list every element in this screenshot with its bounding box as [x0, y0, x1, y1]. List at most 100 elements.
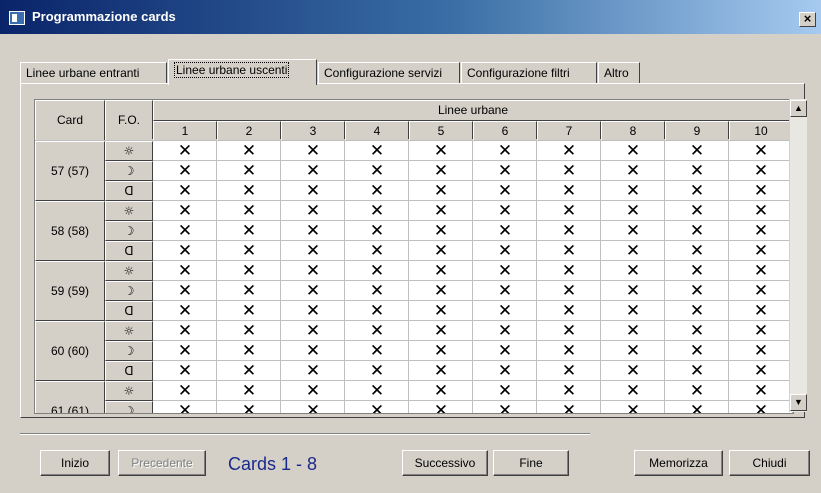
tab-altro[interactable]: Altro: [598, 62, 640, 83]
line-enabled-cell[interactable]: ✕: [537, 281, 601, 301]
line-enabled-cell[interactable]: ✕: [409, 401, 473, 413]
line-enabled-cell[interactable]: ✕: [217, 361, 281, 381]
line-enabled-cell[interactable]: ✕: [153, 361, 217, 381]
line-enabled-cell[interactable]: ✕: [281, 201, 345, 221]
line-enabled-cell[interactable]: ✕: [473, 241, 537, 261]
line-enabled-cell[interactable]: ✕: [537, 261, 601, 281]
line-enabled-cell[interactable]: ✕: [153, 281, 217, 301]
line-enabled-cell[interactable]: ✕: [601, 401, 665, 413]
line-enabled-cell[interactable]: ✕: [153, 261, 217, 281]
line-enabled-cell[interactable]: ✕: [601, 381, 665, 401]
precedente-button[interactable]: Precedente: [118, 450, 206, 476]
line-enabled-cell[interactable]: ✕: [601, 281, 665, 301]
line-enabled-cell[interactable]: ✕: [409, 141, 473, 161]
line-enabled-cell[interactable]: ✕: [345, 281, 409, 301]
line-enabled-cell[interactable]: ✕: [409, 321, 473, 341]
line-enabled-cell[interactable]: ✕: [537, 161, 601, 181]
line-enabled-cell[interactable]: ✕: [217, 241, 281, 261]
tab-linee-urbane-uscenti[interactable]: Linee urbane uscenti: [168, 59, 317, 85]
line-enabled-cell[interactable]: ✕: [345, 161, 409, 181]
line-enabled-cell[interactable]: ✕: [601, 141, 665, 161]
line-enabled-cell[interactable]: ✕: [473, 321, 537, 341]
line-enabled-cell[interactable]: ✕: [729, 201, 793, 221]
line-enabled-cell[interactable]: ✕: [537, 141, 601, 161]
line-enabled-cell[interactable]: ✕: [153, 181, 217, 201]
line-enabled-cell[interactable]: ✕: [217, 201, 281, 221]
line-enabled-cell[interactable]: ✕: [217, 161, 281, 181]
line-enabled-cell[interactable]: ✕: [729, 301, 793, 321]
line-enabled-cell[interactable]: ✕: [345, 241, 409, 261]
line-enabled-cell[interactable]: ✕: [345, 201, 409, 221]
line-enabled-cell[interactable]: ✕: [153, 341, 217, 361]
line-enabled-cell[interactable]: ✕: [601, 341, 665, 361]
line-enabled-cell[interactable]: ✕: [345, 261, 409, 281]
line-enabled-cell[interactable]: ✕: [537, 181, 601, 201]
memorizza-button[interactable]: Memorizza: [634, 450, 723, 476]
scroll-down-button[interactable]: ▼: [790, 394, 807, 411]
line-enabled-cell[interactable]: ✕: [281, 301, 345, 321]
line-enabled-cell[interactable]: ✕: [729, 161, 793, 181]
line-enabled-cell[interactable]: ✕: [601, 301, 665, 321]
line-enabled-cell[interactable]: ✕: [281, 381, 345, 401]
line-enabled-cell[interactable]: ✕: [729, 141, 793, 161]
line-enabled-cell[interactable]: ✕: [409, 241, 473, 261]
line-enabled-cell[interactable]: ✕: [537, 241, 601, 261]
line-enabled-cell[interactable]: ✕: [473, 341, 537, 361]
line-enabled-cell[interactable]: ✕: [345, 141, 409, 161]
line-enabled-cell[interactable]: ✕: [281, 361, 345, 381]
successivo-button[interactable]: Successivo: [402, 450, 488, 476]
line-enabled-cell[interactable]: ✕: [153, 301, 217, 321]
line-enabled-cell[interactable]: ✕: [409, 281, 473, 301]
line-enabled-cell[interactable]: ✕: [345, 321, 409, 341]
line-enabled-cell[interactable]: ✕: [345, 301, 409, 321]
line-enabled-cell[interactable]: ✕: [217, 321, 281, 341]
line-enabled-cell[interactable]: ✕: [473, 301, 537, 321]
line-enabled-cell[interactable]: ✕: [601, 161, 665, 181]
line-enabled-cell[interactable]: ✕: [345, 341, 409, 361]
line-enabled-cell[interactable]: ✕: [473, 281, 537, 301]
line-enabled-cell[interactable]: ✕: [153, 221, 217, 241]
line-enabled-cell[interactable]: ✕: [409, 301, 473, 321]
line-enabled-cell[interactable]: ✕: [217, 341, 281, 361]
line-enabled-cell[interactable]: ✕: [729, 321, 793, 341]
close-button[interactable]: ×: [799, 12, 816, 27]
line-enabled-cell[interactable]: ✕: [345, 401, 409, 413]
line-enabled-cell[interactable]: ✕: [153, 401, 217, 413]
vertical-scrollbar[interactable]: ▲ ▼: [789, 99, 807, 412]
line-enabled-cell[interactable]: ✕: [537, 361, 601, 381]
line-enabled-cell[interactable]: ✕: [473, 361, 537, 381]
line-enabled-cell[interactable]: ✕: [665, 181, 729, 201]
line-enabled-cell[interactable]: ✕: [217, 141, 281, 161]
line-enabled-cell[interactable]: ✕: [729, 261, 793, 281]
scroll-up-button[interactable]: ▲: [790, 100, 807, 117]
line-enabled-cell[interactable]: ✕: [537, 201, 601, 221]
tab-configurazione-filtri[interactable]: Configurazione filtri: [461, 62, 597, 83]
line-enabled-cell[interactable]: ✕: [217, 261, 281, 281]
line-enabled-cell[interactable]: ✕: [409, 221, 473, 241]
line-enabled-cell[interactable]: ✕: [473, 161, 537, 181]
line-enabled-cell[interactable]: ✕: [537, 381, 601, 401]
line-enabled-cell[interactable]: ✕: [729, 281, 793, 301]
line-enabled-cell[interactable]: ✕: [345, 361, 409, 381]
line-enabled-cell[interactable]: ✕: [409, 201, 473, 221]
line-enabled-cell[interactable]: ✕: [153, 381, 217, 401]
chiudi-button[interactable]: Chiudi: [729, 450, 810, 476]
line-enabled-cell[interactable]: ✕: [601, 201, 665, 221]
line-enabled-cell[interactable]: ✕: [665, 341, 729, 361]
line-enabled-cell[interactable]: ✕: [217, 221, 281, 241]
line-enabled-cell[interactable]: ✕: [729, 361, 793, 381]
line-enabled-cell[interactable]: ✕: [601, 221, 665, 241]
line-enabled-cell[interactable]: ✕: [665, 241, 729, 261]
line-enabled-cell[interactable]: ✕: [153, 141, 217, 161]
line-enabled-cell[interactable]: ✕: [409, 361, 473, 381]
line-enabled-cell[interactable]: ✕: [217, 401, 281, 413]
line-enabled-cell[interactable]: ✕: [409, 181, 473, 201]
line-enabled-cell[interactable]: ✕: [473, 401, 537, 413]
line-enabled-cell[interactable]: ✕: [473, 141, 537, 161]
line-enabled-cell[interactable]: ✕: [345, 181, 409, 201]
line-enabled-cell[interactable]: ✕: [665, 401, 729, 413]
line-enabled-cell[interactable]: ✕: [217, 181, 281, 201]
line-enabled-cell[interactable]: ✕: [153, 201, 217, 221]
line-enabled-cell[interactable]: ✕: [281, 261, 345, 281]
line-enabled-cell[interactable]: ✕: [537, 401, 601, 413]
